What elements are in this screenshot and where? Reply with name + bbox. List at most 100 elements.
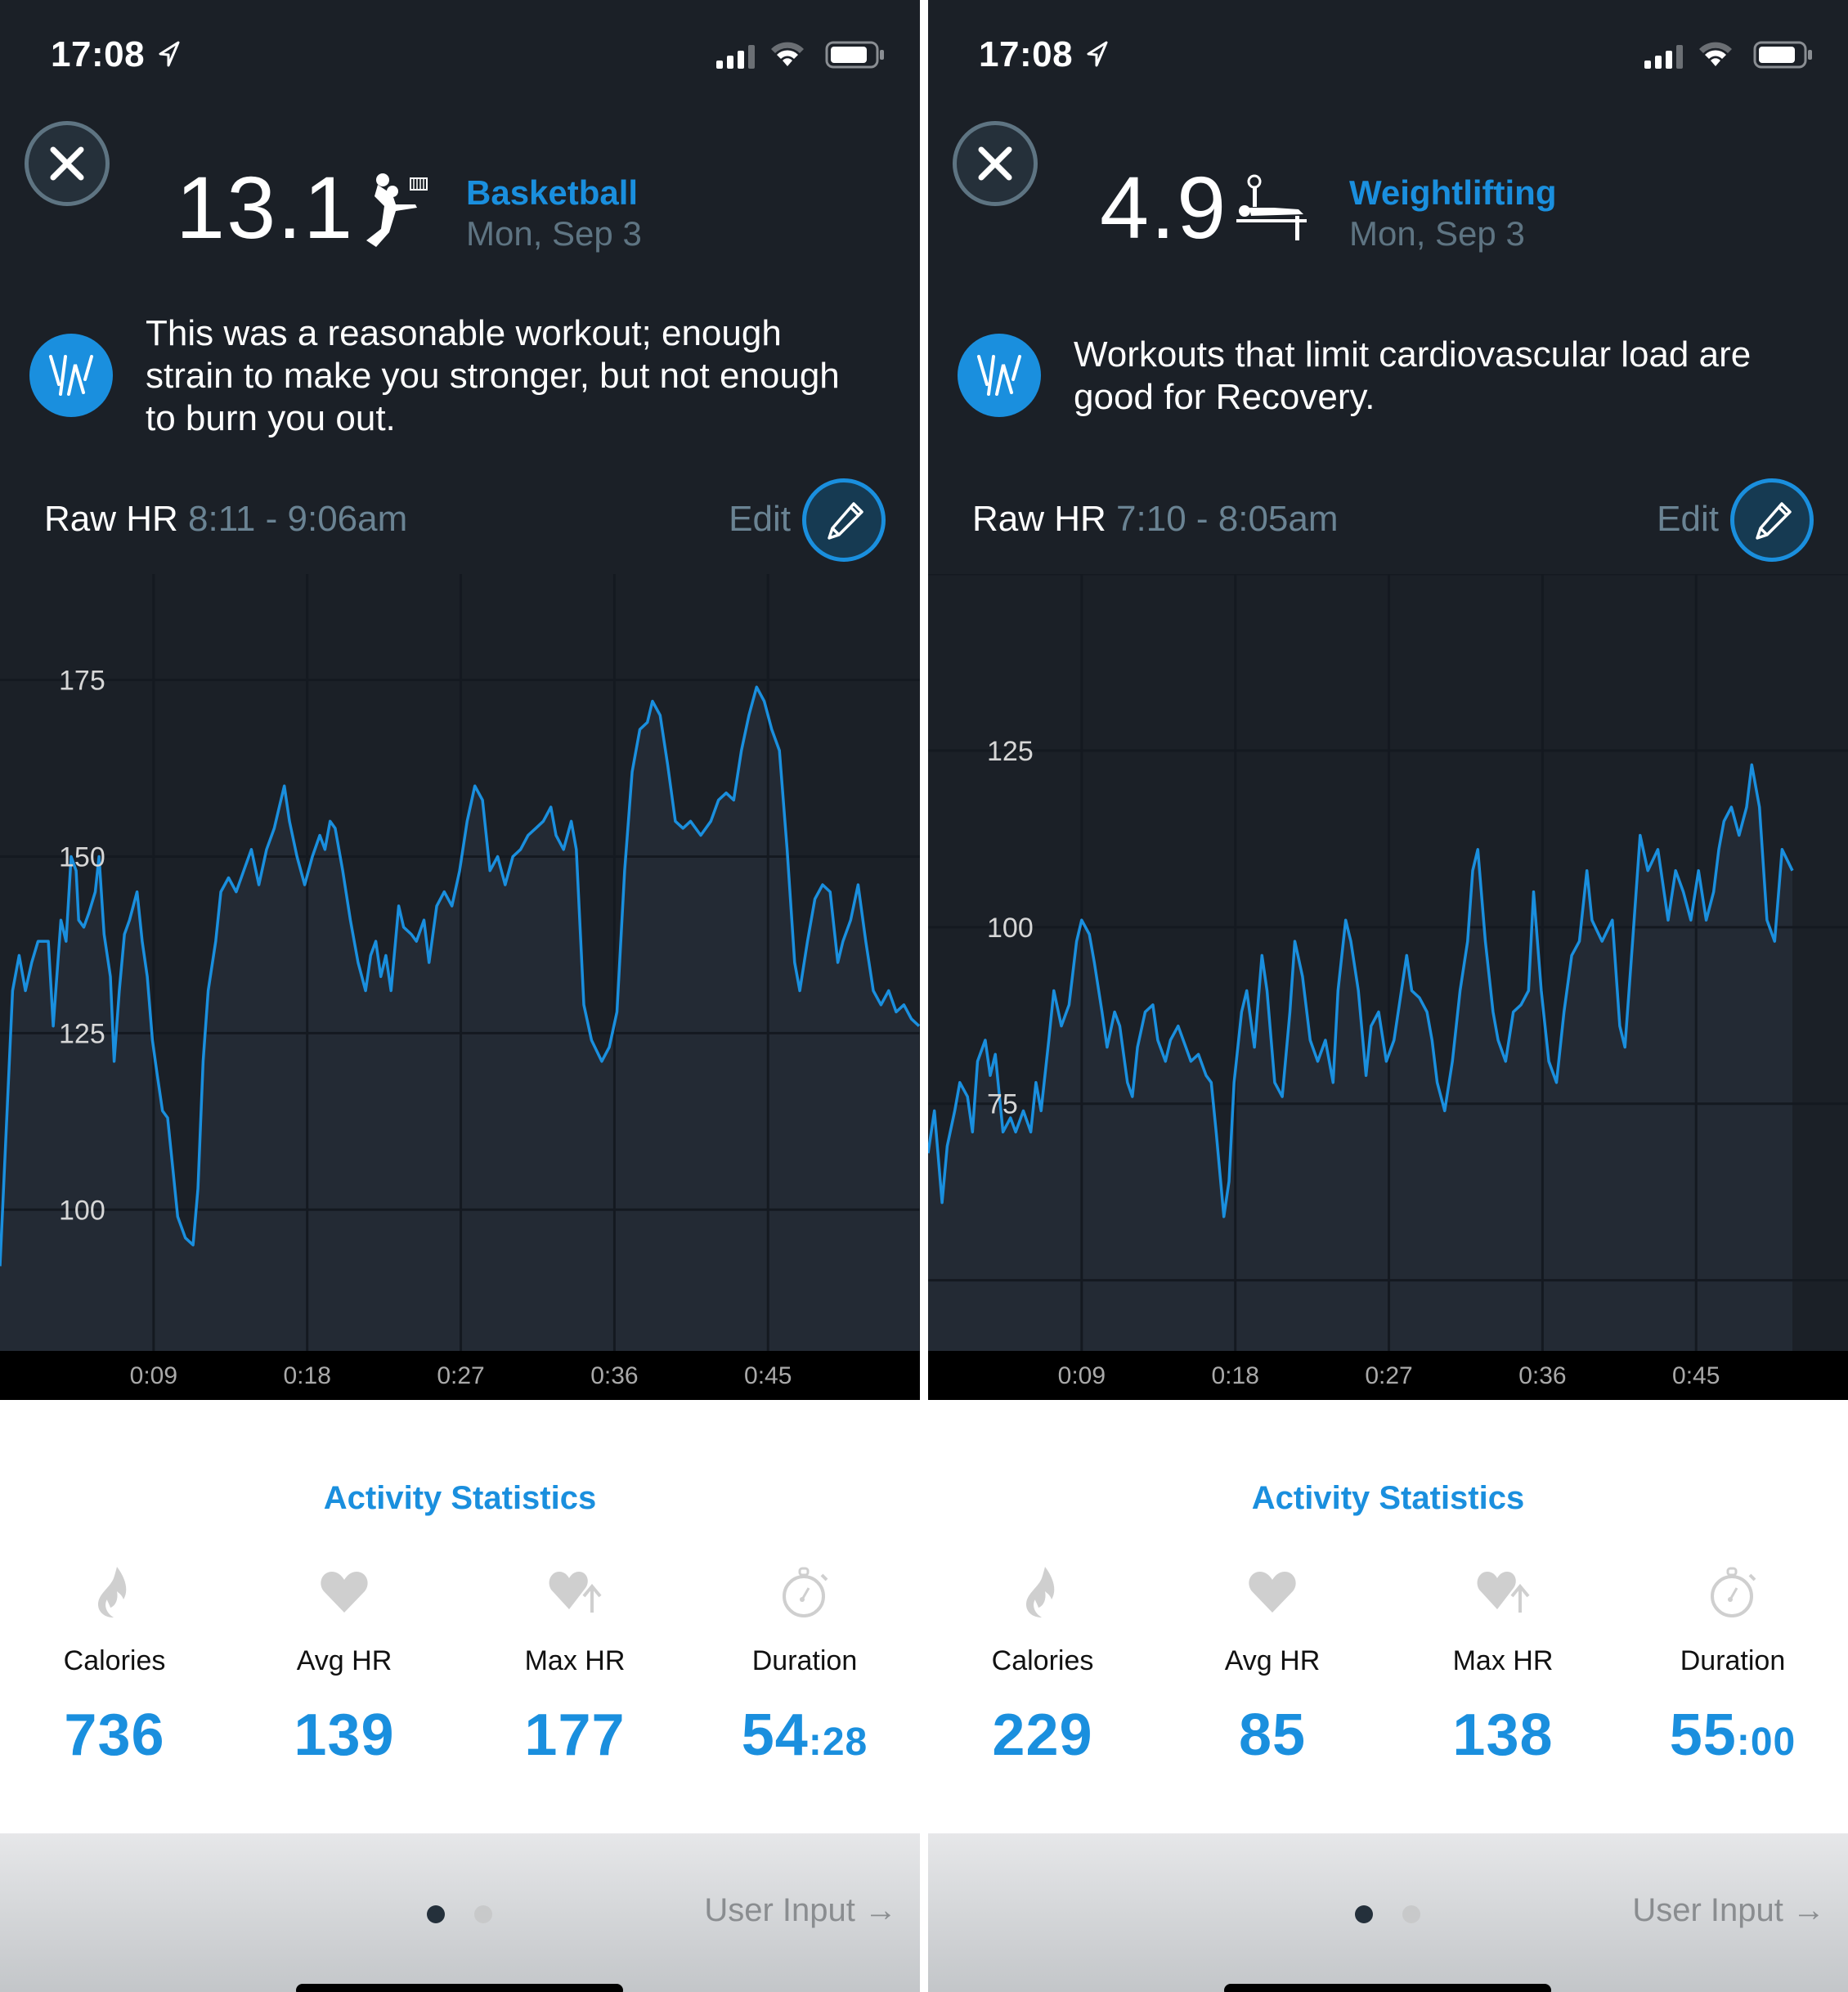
strain-score: 13.1 — [176, 158, 355, 257]
stat-avg-hr: Avg HR 139 — [230, 1564, 459, 1769]
x-tick-label: 0:18 — [1212, 1362, 1259, 1389]
strain-score: 4.9 — [1100, 158, 1228, 257]
workout-date: Mon, Sep 3 — [1349, 214, 1525, 253]
raw-hr-label: Raw HR — [972, 499, 1106, 539]
x-tick-label: 0:45 — [744, 1362, 792, 1389]
heart-icon — [1249, 1572, 1296, 1613]
raw-hr-time-range: 7:10 - 8:05am — [1116, 499, 1339, 539]
y-tick-label: 125 — [987, 736, 1034, 767]
raw-hr-header: Raw HR 7:10 - 8:05am — [972, 499, 1339, 540]
stat-value: 736 — [64, 1703, 165, 1768]
stat-label: Duration — [751, 1645, 858, 1676]
whoop-logo-icon — [958, 334, 1041, 417]
page-indicator-inactive[interactable] — [1402, 1905, 1420, 1923]
stat-label: Max HR — [524, 1645, 626, 1676]
y-tick-label: 125 — [59, 1018, 105, 1049]
status-time: 17:08 — [979, 34, 1074, 74]
status-bar: 17:08 — [0, 34, 920, 83]
page-indicator-active[interactable] — [427, 1905, 445, 1923]
activity-statistics-title: Activity Statistics — [323, 1480, 597, 1516]
stat-avg-hr: Avg HR 85 — [1158, 1564, 1387, 1769]
x-tick-label: 0:45 — [1672, 1362, 1720, 1389]
stopwatch-icon — [1711, 1567, 1756, 1617]
raw-hr-header: Raw HR 8:11 - 9:06am — [44, 499, 407, 540]
stat-value-seconds: :28 — [808, 1721, 868, 1764]
heart-up-icon — [1477, 1572, 1530, 1613]
stat-value: 54:28 — [741, 1703, 868, 1768]
stat-label: Duration — [1680, 1645, 1786, 1676]
workout-date: Mon, Sep 3 — [466, 214, 642, 253]
x-tick-label: 0:36 — [590, 1362, 638, 1389]
y-tick-label: 150 — [59, 841, 105, 873]
stat-value-seconds: :00 — [1736, 1721, 1796, 1764]
dark-header-region: 17:08 13.1 Basketball Mon, Sep 3 This wa… — [0, 0, 920, 1401]
stat-value: 55:00 — [1669, 1703, 1796, 1768]
heart-icon — [321, 1572, 368, 1613]
x-tick-label: 0:18 — [284, 1362, 331, 1389]
edit-label[interactable]: Edit — [1657, 499, 1719, 540]
stat-duration: Duration 54:28 — [690, 1564, 919, 1769]
user-input-link[interactable]: User Input → — [1632, 1892, 1825, 1929]
stat-value: 139 — [294, 1703, 395, 1768]
flame-icon — [97, 1567, 127, 1617]
sport-name: Weightlifting — [1349, 173, 1557, 212]
edit-label[interactable]: Edit — [729, 499, 791, 540]
stat-label: Max HR — [1452, 1645, 1554, 1676]
close-button[interactable] — [25, 121, 110, 206]
stat-value: 138 — [1452, 1703, 1554, 1768]
wifi-icon — [1699, 42, 1732, 66]
page-indicator-inactive[interactable] — [474, 1905, 492, 1923]
pencil-icon — [828, 502, 863, 540]
signal-icon — [716, 45, 755, 69]
raw-hr-label: Raw HR — [44, 499, 178, 539]
y-tick-label: 100 — [987, 913, 1034, 944]
x-tick-label: 0:27 — [1365, 1362, 1412, 1389]
stat-label: Avg HR — [1224, 1645, 1321, 1676]
basketball-icon — [360, 172, 442, 253]
location-arrow-icon — [159, 41, 180, 67]
page-indicator-active[interactable] — [1355, 1905, 1373, 1923]
stat-max-hr: Max HR 177 — [460, 1564, 689, 1769]
weightlifting-icon — [1235, 172, 1316, 253]
home-indicator[interactable] — [296, 1984, 623, 1992]
coach-insight-text: Workouts that limit cardiovascular load … — [1074, 334, 1752, 417]
flame-icon — [1025, 1567, 1055, 1617]
user-input-link[interactable]: User Input → — [704, 1892, 897, 1929]
y-tick-label: 75 — [987, 1089, 1018, 1120]
close-button[interactable] — [953, 121, 1038, 206]
edit-button[interactable] — [1730, 478, 1814, 562]
whoop-logo-icon — [29, 334, 113, 417]
coach-insight-text: This was a reasonable workout; enough st… — [146, 313, 840, 438]
battery-icon — [1753, 41, 1812, 69]
workout-panel-weightlifting: 17:08 4.9 Weightlifting Mon, Sep 3 Worko… — [928, 0, 1848, 1992]
stat-label: Calories — [63, 1645, 166, 1676]
battery-icon — [825, 41, 884, 69]
close-icon — [50, 146, 84, 181]
home-indicator[interactable] — [1224, 1984, 1551, 1992]
stat-label: Avg HR — [296, 1645, 392, 1676]
heart-up-icon — [549, 1572, 602, 1613]
wifi-icon — [771, 42, 804, 66]
footer-bar: User Input → — [928, 1833, 1848, 1992]
x-tick-label: 0:09 — [130, 1362, 177, 1389]
activity-statistics: Activity Statistics Calories 736 Avg HR 139… — [0, 1400, 920, 1833]
edit-button[interactable] — [802, 478, 886, 562]
stat-label: Calories — [991, 1645, 1094, 1676]
stat-calories: Calories 229 — [928, 1564, 1157, 1769]
status-time: 17:08 — [51, 34, 146, 74]
heart-rate-chart: 75 100 125 0:09 0:18 0:27 0:36 0:45 — [928, 574, 1848, 1401]
stat-value: 229 — [992, 1703, 1093, 1768]
stopwatch-icon — [783, 1567, 828, 1617]
activity-statistics-title: Activity Statistics — [1251, 1480, 1525, 1516]
footer-bar: User Input → — [0, 1833, 920, 1992]
sport-name: Basketball — [466, 173, 639, 212]
workout-panel-basketball: 17:08 13.1 Basketball Mon, Sep 3 This wa… — [0, 0, 920, 1992]
x-tick-label: 0:36 — [1518, 1362, 1566, 1389]
location-arrow-icon — [1087, 41, 1108, 67]
stat-max-hr: Max HR 138 — [1388, 1564, 1617, 1769]
dark-header-region: 17:08 4.9 Weightlifting Mon, Sep 3 Worko… — [928, 0, 1848, 1401]
signal-icon — [1644, 45, 1683, 69]
activity-statistics: Activity Statistics Calories 229 Avg HR 85 M… — [928, 1400, 1848, 1833]
heart-rate-chart: 100 125 150 175 0:09 0:18 0:27 0:36 0:45 — [0, 574, 920, 1401]
y-tick-label: 175 — [59, 666, 105, 697]
